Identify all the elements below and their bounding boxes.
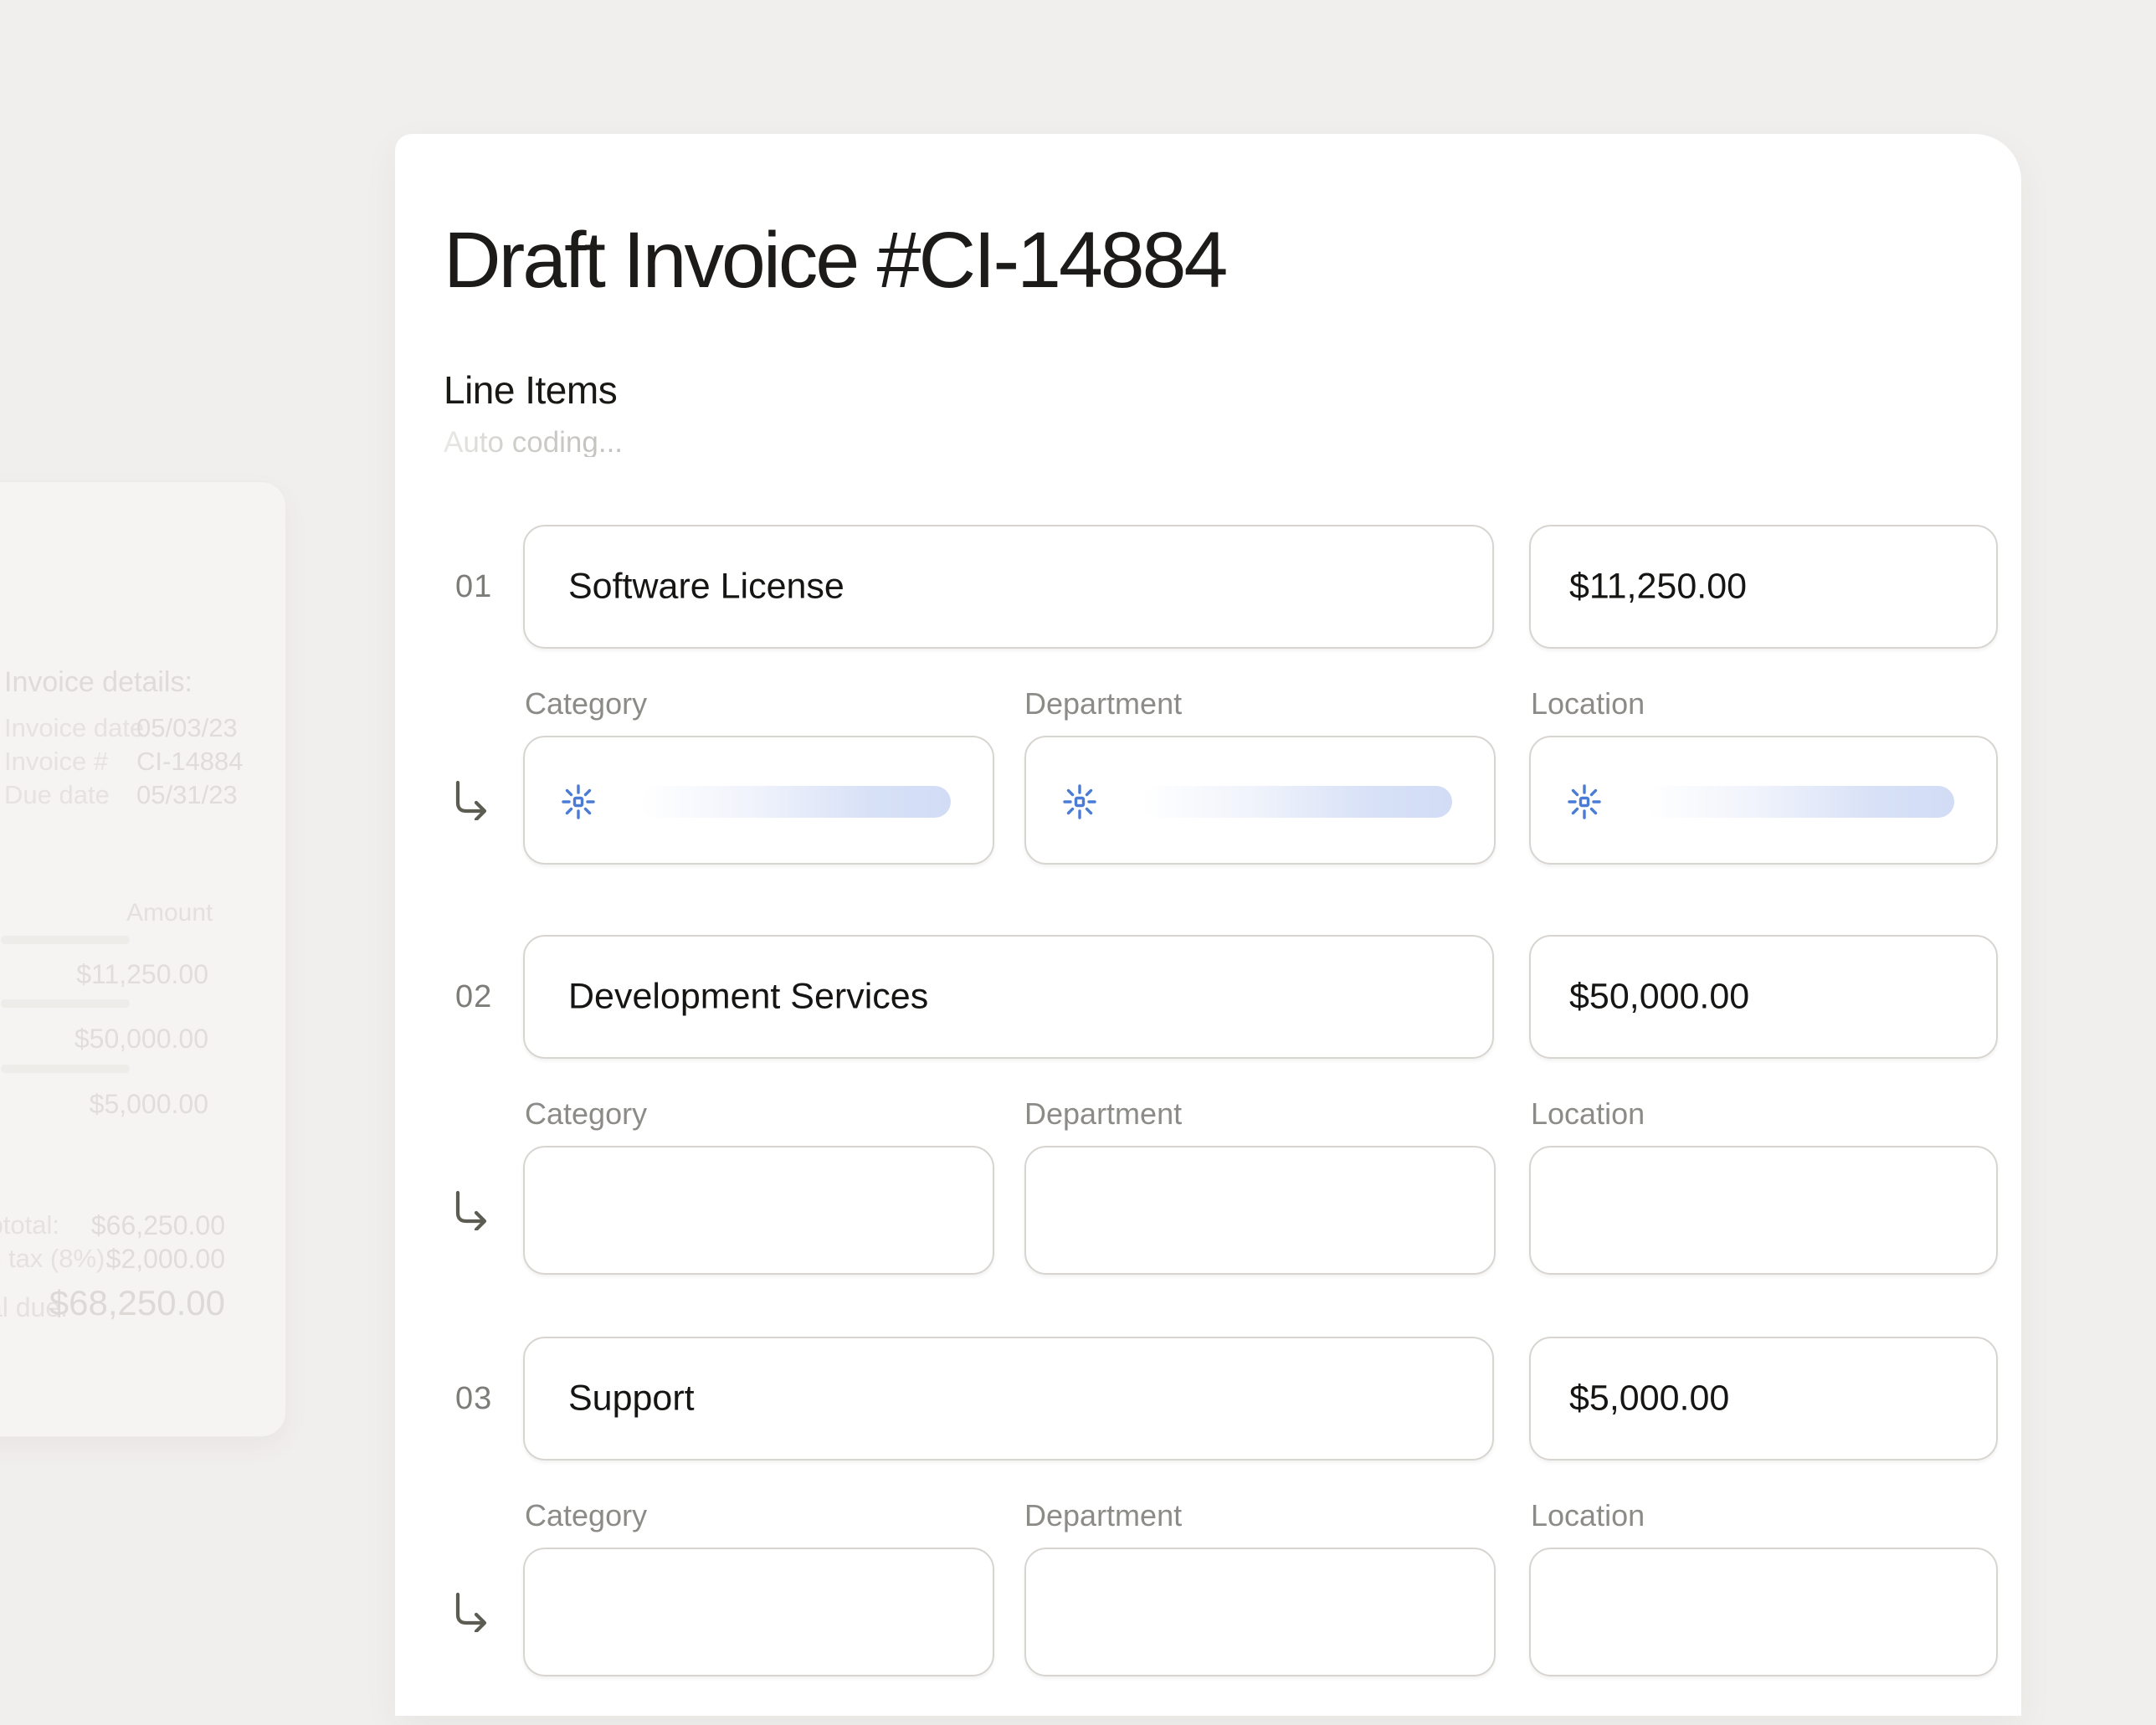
spark-icon <box>1061 783 1098 820</box>
line-item-number: 02 <box>455 981 492 1013</box>
amount-value: $50,000.00 <box>1569 979 1749 1015</box>
category-input[interactable] <box>523 736 994 865</box>
amount-value: $50,000.00 <box>48 1025 208 1052</box>
sales-tax-value: $2,000.00 <box>66 1245 225 1272</box>
invoice-number-value: CI-14884 <box>136 748 244 774</box>
draft-invoice-card: Draft Invoice #CI-14884 Line Items Auto … <box>395 134 2021 1716</box>
amount-value: $11,250.00 <box>48 961 208 988</box>
faded-line <box>1 999 130 1008</box>
due-date-value: 05/31/23 <box>136 782 238 808</box>
invoice-date-value: 05/03/23 <box>136 715 238 741</box>
department-input[interactable] <box>1024 1548 1496 1676</box>
invoice-date-label: Invoice date <box>4 715 144 741</box>
description-input[interactable]: Software License <box>523 525 1494 649</box>
faded-line <box>1 936 130 944</box>
line-item-number: 03 <box>455 1383 492 1414</box>
amount-column-header: Amount <box>126 901 213 926</box>
line-items-heading: Line Items <box>444 371 617 409</box>
category-label: Category <box>525 689 647 719</box>
location-label: Location <box>1531 1099 1645 1129</box>
amount-input[interactable]: $50,000.00 <box>1529 935 1998 1059</box>
department-label: Department <box>1024 689 1182 719</box>
return-arrow-icon <box>450 780 490 820</box>
return-arrow-icon <box>450 1190 490 1230</box>
invoice-details-heading: Invoice details: <box>4 668 192 696</box>
category-label: Category <box>525 1501 647 1531</box>
department-input[interactable] <box>1024 1146 1496 1275</box>
amount-input[interactable]: $11,250.00 <box>1529 525 1998 649</box>
invoice-number-label: Invoice # <box>4 748 108 774</box>
description-value: Support <box>568 1381 695 1417</box>
description-value: Software License <box>568 569 844 605</box>
category-input[interactable] <box>523 1548 994 1676</box>
department-label: Department <box>1024 1501 1182 1531</box>
subtotal-value: $66,250.00 <box>66 1212 225 1239</box>
auto-coding-status: Auto coding... <box>444 428 623 457</box>
return-arrow-icon <box>450 1592 490 1632</box>
background-invoice-card: Invoice details: Invoice date 05/03/23 I… <box>0 481 286 1437</box>
page-title: Draft Invoice #CI-14884 <box>444 221 1225 300</box>
location-input[interactable] <box>1529 1548 1998 1676</box>
department-input[interactable] <box>1024 736 1496 865</box>
category-label: Category <box>525 1099 647 1129</box>
department-label: Department <box>1024 1099 1182 1129</box>
description-input[interactable]: Support <box>523 1337 1494 1461</box>
faded-line <box>1 1065 130 1073</box>
spark-icon <box>1566 783 1603 820</box>
amount-value: $5,000.00 <box>48 1091 208 1117</box>
loading-shimmer <box>1646 786 1954 818</box>
location-label: Location <box>1531 689 1645 719</box>
total-due-value: $68,250.00 <box>28 1286 225 1321</box>
loading-shimmer <box>1142 786 1452 818</box>
location-input[interactable] <box>1529 736 1998 865</box>
amount-value: $11,250.00 <box>1569 569 1747 605</box>
line-item-number: 01 <box>455 571 492 603</box>
description-input[interactable]: Development Services <box>523 935 1494 1059</box>
amount-value: $5,000.00 <box>1569 1381 1729 1417</box>
loading-shimmer <box>640 786 951 818</box>
spark-icon <box>560 783 597 820</box>
location-label: Location <box>1531 1501 1645 1531</box>
subtotal-label: Subtotal: <box>0 1212 59 1238</box>
screen: Invoice details: Invoice date 05/03/23 I… <box>0 0 2156 1725</box>
amount-input[interactable]: $5,000.00 <box>1529 1337 1998 1461</box>
due-date-label: Due date <box>4 782 110 808</box>
description-value: Development Services <box>568 979 928 1015</box>
category-input[interactable] <box>523 1146 994 1275</box>
location-input[interactable] <box>1529 1146 1998 1275</box>
